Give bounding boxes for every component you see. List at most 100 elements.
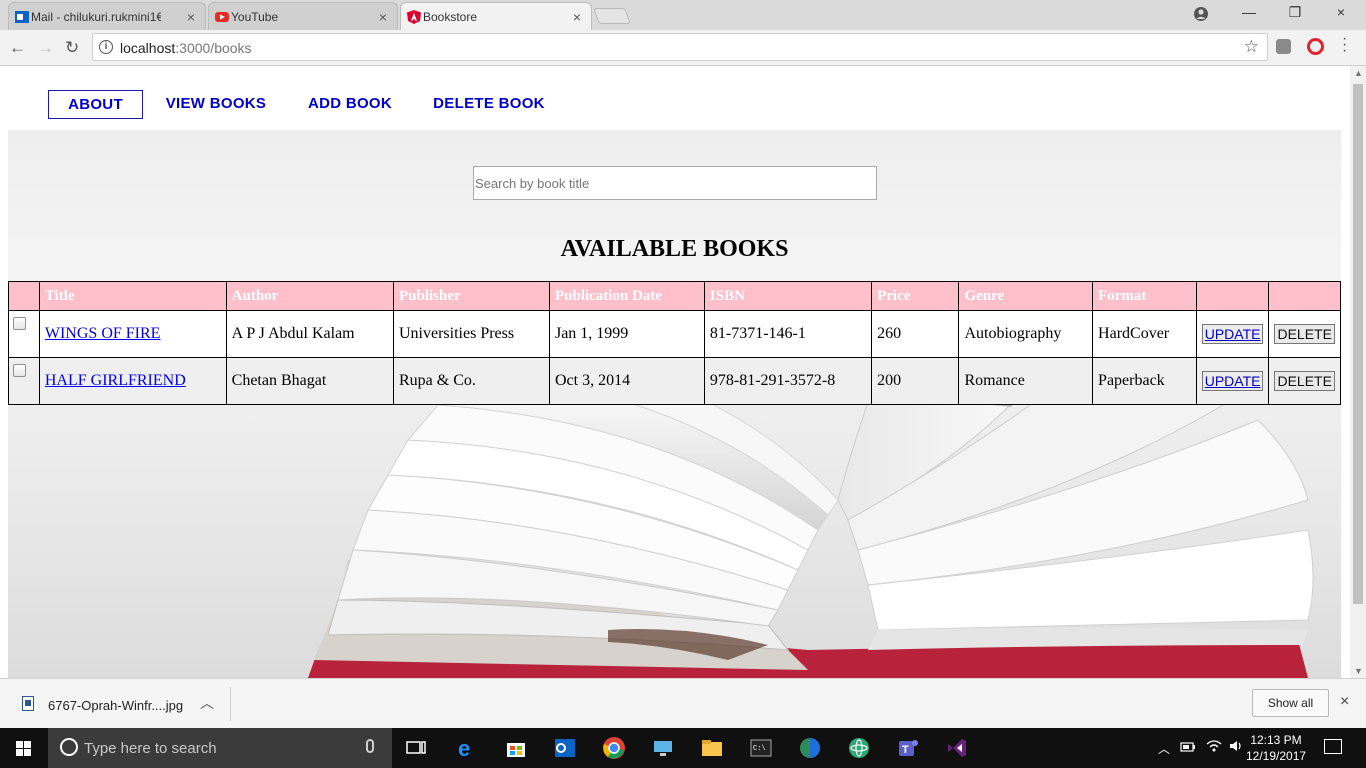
- microphone-icon[interactable]: [366, 739, 374, 753]
- cortana-icon: [60, 738, 78, 756]
- tab-mail[interactable]: Mail - chilukuri.rukmini1€ ×: [8, 2, 206, 30]
- clock-time: 12:13 PM: [1250, 733, 1302, 747]
- price-cell: 200: [871, 357, 960, 405]
- scroll-down-icon[interactable]: ▼: [1354, 666, 1363, 676]
- close-tab-icon[interactable]: ×: [379, 9, 387, 25]
- select-cell: [8, 357, 40, 405]
- table-header-row: Title Author Publisher Publication Date …: [8, 281, 1341, 311]
- table-row: HALF GIRLFRIEND Chetan Bhagat Rupa & Co.…: [8, 357, 1341, 405]
- delete-button[interactable]: DELETE: [1274, 324, 1335, 344]
- header-isbn: ISBN: [703, 281, 873, 311]
- new-tab-button[interactable]: [593, 8, 631, 24]
- delete-cell: DELETE: [1268, 310, 1341, 358]
- file-explorer-icon[interactable]: [700, 736, 724, 760]
- bookmark-star-icon[interactable]: ☆: [1244, 37, 1259, 57]
- windows-start-icon[interactable]: [0, 728, 48, 768]
- taskbar-search-box[interactable]: Type here to search: [48, 728, 392, 768]
- image-file-icon: [22, 696, 34, 711]
- outlook-icon[interactable]: [553, 736, 577, 760]
- row-checkbox[interactable]: [13, 317, 26, 330]
- nav-about[interactable]: ABOUT: [48, 90, 143, 119]
- header-publisher: Publisher: [393, 281, 550, 311]
- available-books-heading: AVAILABLE BOOKS: [560, 236, 789, 262]
- scrollbar-thumb[interactable]: [1353, 84, 1363, 604]
- row-checkbox[interactable]: [13, 364, 26, 377]
- youtube-icon: [215, 12, 229, 22]
- update-button[interactable]: UPDATE: [1201, 324, 1264, 344]
- title-cell: HALF GIRLFRIEND: [38, 357, 227, 405]
- update-cell: UPDATE: [1195, 357, 1270, 405]
- header-format: Format: [1092, 281, 1197, 311]
- isbn-cell: 81-7371-146-1: [703, 310, 873, 358]
- page-viewport: ABOUT VIEW BOOKS ADD BOOK DELETE BOOK Se…: [0, 66, 1350, 678]
- nav-delete-book[interactable]: DELETE BOOK: [428, 90, 550, 119]
- task-view-icon[interactable]: [404, 736, 428, 760]
- command-prompt-icon[interactable]: C:\: [749, 736, 773, 760]
- nav-add-book[interactable]: ADD BOOK: [302, 90, 398, 119]
- book-search-input[interactable]: [473, 166, 877, 200]
- atom-icon[interactable]: [847, 736, 871, 760]
- browser-toolbar: ← → ↻ i localhost:3000/books ☆ · · ·: [0, 30, 1366, 66]
- publisher-cell: Universities Press: [393, 310, 550, 358]
- address-bar[interactable]: i localhost:3000/books ☆: [92, 33, 1268, 61]
- angular-icon: [407, 10, 421, 24]
- format-cell: Paperback: [1092, 357, 1197, 405]
- browser-menu-icon[interactable]: · · ·: [1342, 31, 1347, 59]
- price-cell: 260: [871, 310, 960, 358]
- system-clock[interactable]: 12:13 PM 12/19/2017: [1246, 732, 1306, 764]
- minimize-icon[interactable]: —: [1226, 4, 1272, 20]
- restore-icon[interactable]: ❐: [1272, 4, 1318, 21]
- globe-app-icon[interactable]: [798, 736, 822, 760]
- author-cell: A P J Abdul Kalam: [225, 310, 395, 358]
- select-cell: [8, 310, 40, 358]
- volume-icon[interactable]: [1228, 739, 1244, 753]
- chevron-up-icon[interactable]: ︿: [200, 693, 214, 713]
- header-delete: [1268, 281, 1341, 311]
- header-publication-date: Publication Date: [548, 281, 705, 311]
- page-scrollbar[interactable]: ▲ ▼: [1350, 66, 1366, 678]
- site-info-icon[interactable]: i: [99, 40, 113, 54]
- book-title-link[interactable]: WINGS OF FIRE: [45, 325, 161, 342]
- back-icon[interactable]: ←: [9, 38, 26, 58]
- app-navbar: ABOUT VIEW BOOKS ADD BOOK DELETE BOOK: [0, 66, 1350, 130]
- nav-view-books[interactable]: VIEW BOOKS: [160, 90, 272, 119]
- svg-text:T: T: [902, 744, 909, 756]
- tab-youtube[interactable]: YouTube ×: [208, 2, 398, 30]
- delete-button[interactable]: DELETE: [1274, 371, 1335, 391]
- scroll-up-icon[interactable]: ▲: [1354, 68, 1363, 78]
- teams-icon[interactable]: T: [896, 736, 920, 760]
- show-all-button[interactable]: Show all: [1252, 689, 1329, 717]
- download-bar: 6767-Oprah-Winfr....jpg ︿ Show all ×: [0, 678, 1366, 728]
- opera-extension-icon[interactable]: [1307, 38, 1324, 55]
- header-genre: Genre: [958, 281, 1094, 311]
- book-title-link[interactable]: HALF GIRLFRIEND: [45, 372, 186, 389]
- forward-icon[interactable]: →: [37, 38, 54, 58]
- action-center-icon[interactable]: [1324, 739, 1342, 754]
- wifi-icon[interactable]: [1206, 739, 1222, 753]
- outlook-icon: [15, 11, 29, 23]
- svg-text:e: e: [458, 736, 470, 760]
- download-filename[interactable]: 6767-Oprah-Winfr....jpg: [48, 698, 183, 713]
- tab-bookstore[interactable]: Bookstore ×: [400, 2, 592, 30]
- isbn-cell: 978-81-291-3572-8: [703, 357, 873, 405]
- clock-date: 12/19/2017: [1246, 749, 1307, 763]
- pc-icon[interactable]: [651, 736, 675, 760]
- title-cell: WINGS OF FIRE: [38, 310, 227, 358]
- store-icon[interactable]: [504, 736, 528, 760]
- close-tab-icon[interactable]: ×: [573, 9, 581, 25]
- close-download-bar-icon[interactable]: ×: [1340, 693, 1349, 711]
- show-hidden-icons-icon[interactable]: ︿: [1158, 740, 1170, 757]
- header-author: Author: [225, 281, 395, 311]
- extension-icon[interactable]: [1276, 39, 1291, 54]
- edge-browser-icon[interactable]: e: [455, 736, 479, 760]
- reload-icon[interactable]: ↻: [65, 38, 79, 58]
- profile-icon[interactable]: [1193, 6, 1209, 22]
- visual-studio-icon[interactable]: [945, 736, 969, 760]
- update-button[interactable]: UPDATE: [1201, 371, 1264, 391]
- window-close-icon[interactable]: ×: [1318, 4, 1364, 20]
- close-tab-icon[interactable]: ×: [187, 9, 195, 25]
- chrome-icon[interactable]: [602, 736, 626, 760]
- tab-title: Bookstore: [423, 9, 478, 24]
- battery-icon[interactable]: [1180, 741, 1196, 753]
- update-cell: UPDATE: [1195, 310, 1270, 358]
